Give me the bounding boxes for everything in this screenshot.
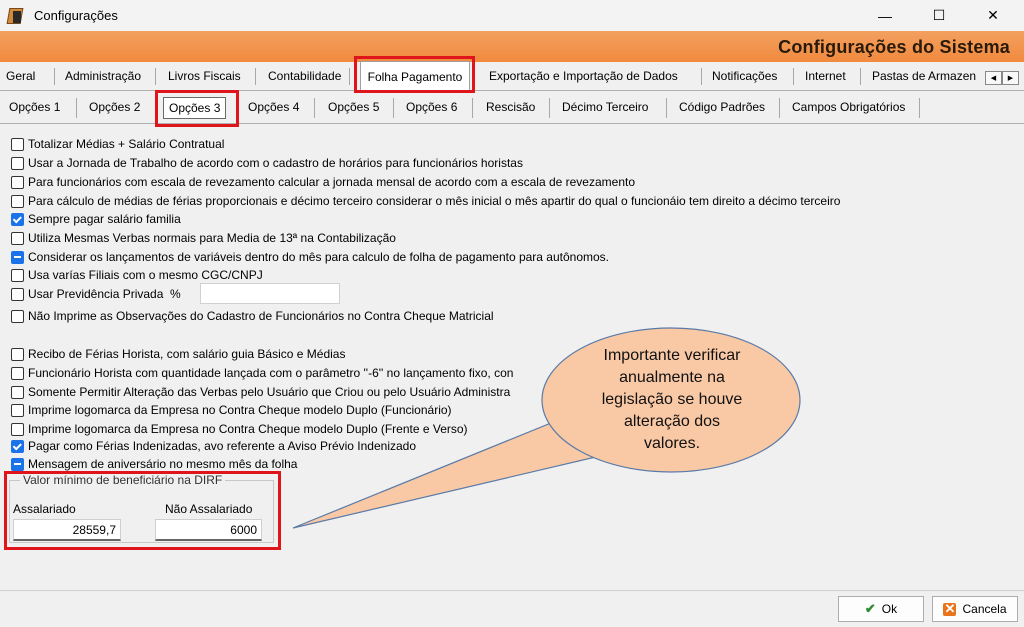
tab-contabilidade[interactable]: Contabilidade [268, 62, 341, 90]
option-nao-imprime-obs[interactable]: Não Imprime as Observações do Cadastro d… [11, 308, 494, 324]
subtab-opcoes-4[interactable]: Opções 4 [248, 100, 299, 114]
option-permitir-alteracao-verbas[interactable]: Somente Permitir Alteração das Verbas pe… [11, 384, 510, 400]
subtab-opcoes-5[interactable]: Opções 5 [328, 100, 379, 114]
checkbox[interactable] [11, 194, 24, 208]
highlight-dirf [4, 471, 281, 550]
checkbox[interactable] [11, 175, 24, 189]
option-logomarca-funcionario[interactable]: Imprime logomarca da Empresa no Contra C… [11, 402, 452, 418]
option-verbas-13[interactable]: Utiliza Mesmas Verbas normais para Media… [11, 230, 396, 246]
option-horista-parametro[interactable]: Funcionário Horista com quantidade lança… [11, 365, 513, 381]
checkbox[interactable] [11, 212, 24, 226]
subtab-rescisao[interactable]: Rescisão [486, 100, 535, 114]
highlight-folha-pagamento [354, 56, 475, 93]
tab-geral[interactable]: Geral [6, 62, 35, 90]
close-button[interactable]: ✕ [970, 0, 1016, 31]
checkbox[interactable] [11, 366, 24, 380]
highlight-opcoes-3 [155, 90, 239, 127]
option-variaveis-autonomos[interactable]: Considerar os lançamentos de variáveis d… [11, 249, 609, 265]
checkbox[interactable] [11, 403, 24, 417]
checkbox[interactable] [11, 287, 24, 301]
previdencia-percent-input[interactable] [200, 283, 340, 304]
option-mensagem-aniversario[interactable]: Mensagem de aniversário no mesmo mês da … [11, 456, 297, 472]
option-escala-revezamento[interactable]: Para funcionários com escala de revezame… [11, 174, 635, 190]
checkbox[interactable] [11, 439, 24, 453]
subtab-campos-obrigatorios[interactable]: Campos Obrigatórios [792, 100, 905, 114]
ok-button[interactable]: ✔ Ok [838, 596, 924, 622]
ok-label: Ok [881, 602, 898, 616]
cancel-icon: ✕ [943, 601, 957, 616]
option-previdencia-privada[interactable]: Usar Previdência Privada % [11, 286, 181, 302]
cancel-label: Cancela [962, 602, 1007, 616]
minimize-button[interactable]: — [862, 0, 908, 31]
header-banner: Configurações do Sistema [0, 31, 1024, 62]
maximize-button[interactable]: ☐ [916, 0, 962, 31]
option-ferias-indenizadas[interactable]: Pagar como Férias Indenizadas, avo refer… [11, 438, 416, 454]
checkbox[interactable] [11, 250, 24, 264]
subtab-opcoes-1[interactable]: Opções 1 [9, 100, 60, 114]
option-totalizar-medias[interactable]: Totalizar Médias + Salário Contratual [11, 136, 224, 152]
option-varias-filiais[interactable]: Usa varías Filiais com o mesmo CGC/CNPJ [11, 267, 263, 283]
option-jornada-horistas[interactable]: Usar a Jornada de Trabalho de acordo com… [11, 155, 523, 171]
app-icon [6, 7, 26, 25]
callout-text: Importante verificar anualmente na legis… [601, 347, 743, 452]
tab-scroll-arrows: ◀ ▶ [985, 71, 1019, 85]
checkbox[interactable] [11, 422, 24, 436]
banner-title: Configurações do Sistema [778, 37, 1010, 57]
check-icon: ✔ [864, 601, 876, 616]
tab-administracao[interactable]: Administração [65, 62, 141, 90]
checkbox[interactable] [11, 156, 24, 170]
scroll-left-icon[interactable]: ◀ [985, 71, 1002, 85]
tab-notificacoes[interactable]: Notificações [712, 62, 777, 90]
bottom-bar: ✔ Ok ✕ Cancela [0, 590, 1024, 627]
tab-exportacao-importacao[interactable]: Exportação e Importação de Dados [489, 62, 678, 90]
option-salario-familia[interactable]: Sempre pagar salário familia [11, 211, 181, 227]
checkbox[interactable] [11, 137, 24, 151]
option-medias-ferias[interactable]: Para cálculo de médias de férias proporc… [11, 193, 840, 209]
tab-livros-fiscais[interactable]: Livros Fiscais [168, 62, 241, 90]
checkbox[interactable] [11, 231, 24, 245]
window-title: Configurações [34, 8, 118, 23]
main-tabs: Geral Administração Livros Fiscais Conta… [0, 61, 1024, 91]
subtab-codigo-padroes[interactable]: Código Padrões [679, 100, 765, 114]
tab-internet[interactable]: Internet [805, 62, 846, 90]
tab-pastas-armazenamento[interactable]: Pastas de Armazen [872, 62, 982, 90]
checkbox[interactable] [11, 309, 24, 323]
sub-tabs: Opções 1 Opções 2 Opções 3 Opções 4 Opçõ… [0, 92, 1024, 124]
cancel-button[interactable]: ✕ Cancela [932, 596, 1018, 622]
title-bar: Configurações — ☐ ✕ [0, 0, 1024, 31]
checkbox[interactable] [11, 347, 24, 361]
option-logomarca-frente-verso[interactable]: Imprime logomarca da Empresa no Contra C… [11, 421, 468, 437]
checkbox[interactable] [11, 457, 24, 471]
checkbox[interactable] [11, 385, 24, 399]
option-recibo-ferias-horista[interactable]: Recibo de Férias Horista, com salário gu… [11, 346, 345, 362]
scroll-right-icon[interactable]: ▶ [1002, 71, 1019, 85]
subtab-opcoes-2[interactable]: Opções 2 [89, 100, 140, 114]
checkbox[interactable] [11, 268, 24, 282]
subtab-opcoes-6[interactable]: Opções 6 [406, 100, 457, 114]
subtab-decimo-terceiro[interactable]: Décimo Terceiro [562, 100, 648, 114]
